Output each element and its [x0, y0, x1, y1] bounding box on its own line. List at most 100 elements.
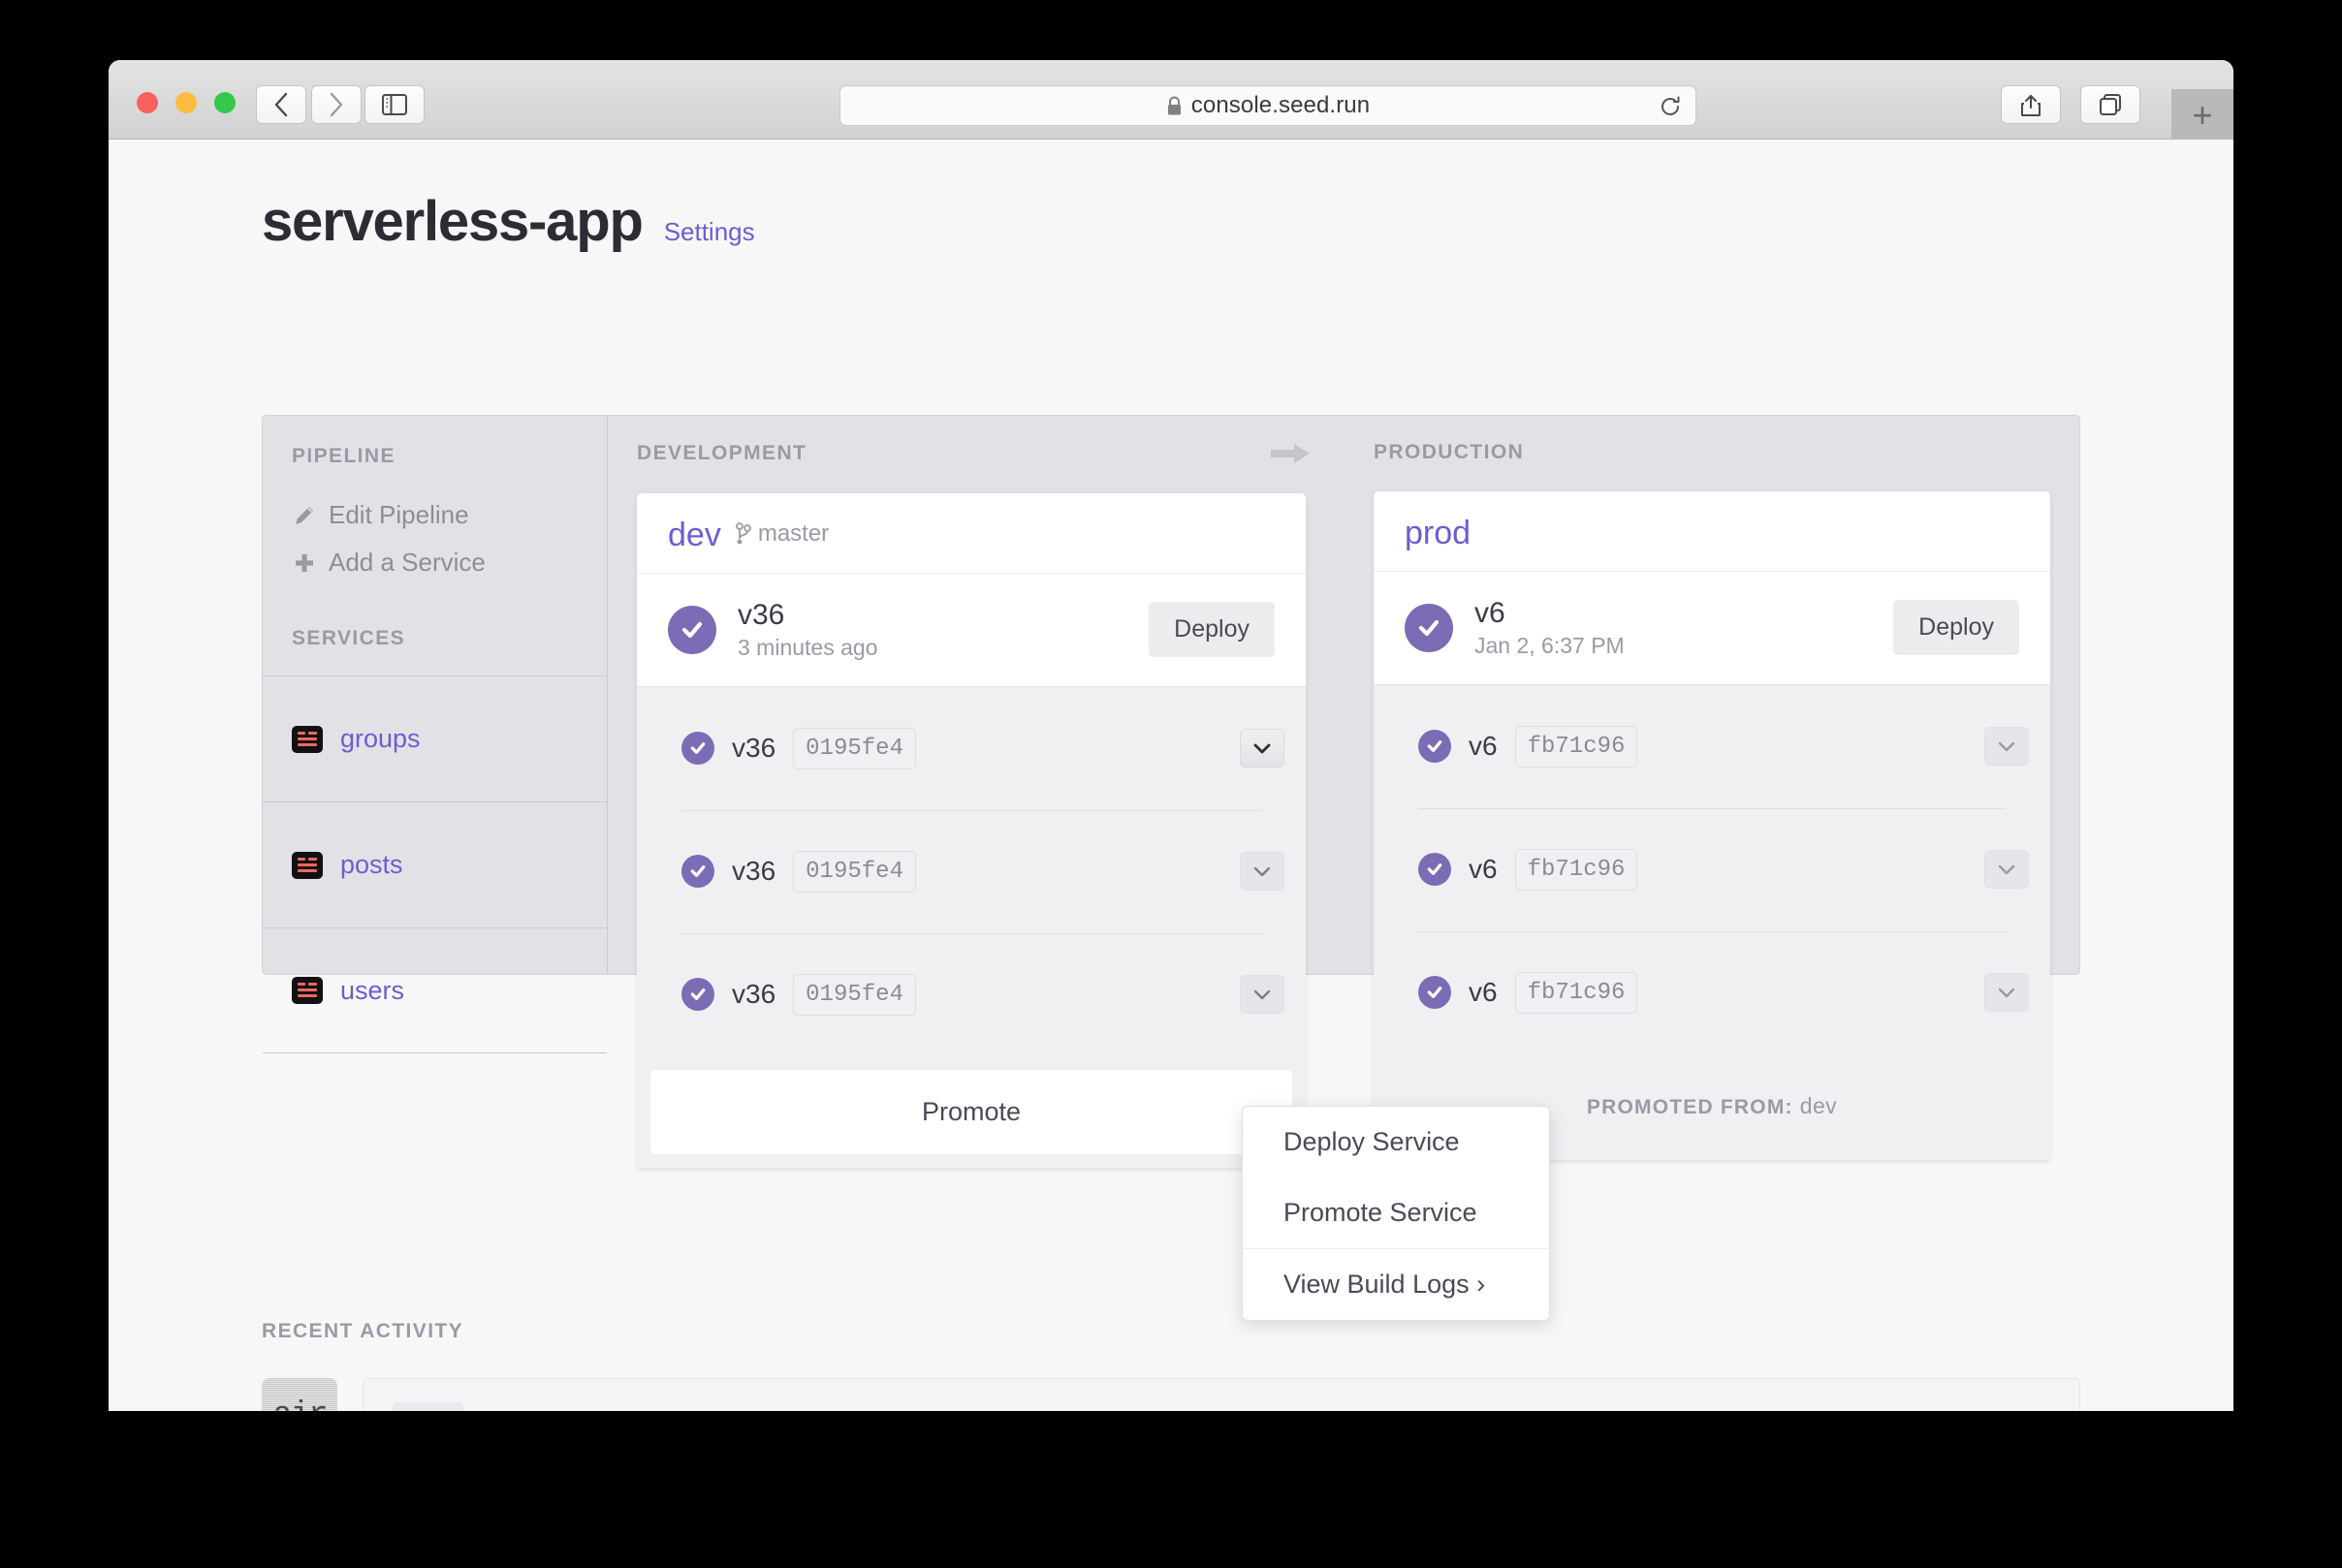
new-tab-button[interactable]: + [2171, 89, 2233, 141]
git-branch-icon [735, 522, 751, 545]
sidebar-item-edit-pipeline[interactable]: Edit Pipeline [292, 491, 607, 539]
tab-overview-icon [2100, 94, 2121, 115]
chevron-left-icon [274, 92, 288, 117]
url-text: console.seed.run [1190, 92, 1371, 118]
back-button[interactable] [256, 85, 306, 124]
production-column: PRODUCTION prod v6 Jan 2, 6:37 PM Deploy… [1345, 416, 2079, 1160]
dev-service-menu-button[interactable] [1240, 975, 1284, 1014]
dev-branch: master [735, 520, 829, 548]
arrow-right-icon [1271, 444, 1310, 463]
prod-deploy-button[interactable]: Deploy [1893, 600, 2019, 656]
check-circle-icon [1418, 853, 1451, 886]
services-section-label: SERVICES [292, 627, 406, 649]
dev-stage-name: dev [668, 517, 721, 553]
prod-service-version: v6 [1469, 977, 1498, 1007]
production-header: PRODUCTION [1374, 441, 2050, 464]
sidebar-item-add-a-service[interactable]: Add a Service [292, 539, 607, 586]
reload-button[interactable] [1659, 95, 1682, 118]
prod-service-hash: fb71c96 [1514, 971, 1638, 1014]
chevron-down-icon [1998, 864, 2015, 875]
service-icon [292, 725, 323, 753]
settings-link[interactable]: Settings [664, 219, 755, 244]
dev-service-hash: 0195fe4 [793, 850, 916, 893]
sidebar-item-posts[interactable]: posts [263, 801, 607, 927]
services-list: groups posts users [263, 675, 607, 1053]
dev-service-row[interactable]: v36 0195fe4 [637, 932, 1306, 1056]
close-window-button[interactable] [137, 92, 158, 113]
chevron-right-icon [330, 92, 343, 117]
activity-title: Manual deploy [485, 1408, 674, 1412]
dev-service-menu-button[interactable] [1240, 729, 1284, 768]
prod-stage-header: prod [1374, 491, 2050, 572]
reload-icon [1662, 96, 1680, 115]
prod-service-hash: fb71c96 [1514, 848, 1638, 891]
check-circle-icon [681, 978, 714, 1011]
check-circle-icon [1418, 730, 1451, 763]
check-circle-icon [681, 855, 714, 888]
chevron-down-icon [1253, 743, 1271, 754]
dev-build-meta: v36 3 minutes ago [738, 599, 1127, 661]
sidebar-item-label: Add a Service [329, 548, 486, 577]
prod-service-menu-button[interactable] [1984, 973, 2029, 1012]
minimize-window-button[interactable] [175, 92, 197, 113]
service-label: users [340, 975, 405, 1005]
service-label: posts [340, 850, 403, 879]
forward-button[interactable] [311, 85, 362, 124]
share-button[interactable] [2001, 85, 2061, 124]
tab-overview-button[interactable] [2080, 85, 2140, 124]
chevron-down-icon [1998, 988, 2015, 998]
check-circle-icon [668, 605, 716, 654]
dev-build-time: 3 minutes ago [738, 634, 878, 660]
menu-item-deploy-service[interactable]: Deploy Service [1243, 1107, 1549, 1177]
prod-build-version: v6 [1474, 597, 1505, 629]
pipeline-sidebar: PIPELINE Edit Pipeline Add a Service SER… [263, 416, 608, 1053]
menu-item-view-build-logs[interactable]: View Build Logs › [1243, 1249, 1549, 1320]
prod-service-row[interactable]: v6 fb71c96 [1374, 685, 2050, 808]
plus-icon [296, 553, 313, 572]
prod-service-row[interactable]: v6 fb71c96 [1374, 930, 2050, 1054]
service-icon [292, 977, 323, 1004]
sidebar-toggle-wrap [364, 85, 425, 124]
dev-service-hash: 0195fe4 [793, 727, 916, 769]
sidebar-toggle-button[interactable] [364, 85, 425, 124]
chevron-down-icon [1998, 741, 2015, 752]
dev-deploy-button[interactable]: Deploy [1149, 602, 1275, 658]
dev-stage-header: dev master [637, 493, 1306, 574]
sidebar-item-users[interactable]: users [263, 927, 607, 1053]
browser-titlebar: console.seed.run + [109, 60, 2233, 141]
status-badge: dev [393, 1402, 464, 1411]
promote-button[interactable]: Promote [650, 1069, 1292, 1154]
development-header: DEVELOPMENT [637, 441, 1315, 466]
prod-services-body: v6 fb71c96 v6 fb71c96 v6 fb71c96 [1374, 683, 2050, 1054]
prod-service-row[interactable]: v6 fb71c96 [1374, 807, 2050, 931]
address-bar-content: console.seed.run [1166, 92, 1370, 119]
prod-service-menu-button[interactable] [1984, 727, 2029, 766]
dev-service-menu-button[interactable] [1240, 852, 1284, 891]
pipeline-panel: PIPELINE Edit Pipeline Add a Service SER… [262, 415, 2080, 1321]
promoted-from-stage: dev [1799, 1092, 1838, 1118]
address-bar[interactable]: console.seed.run [839, 85, 1696, 126]
maximize-window-button[interactable] [214, 92, 236, 113]
sidebar-item-label: Edit Pipeline [329, 500, 469, 529]
chevron-down-icon [1253, 866, 1271, 877]
lock-icon [1167, 96, 1181, 114]
pipeline-links: Edit Pipeline Add a Service [292, 491, 607, 586]
prod-service-hash: fb71c96 [1514, 725, 1638, 768]
service-label: groups [340, 724, 421, 753]
prod-service-menu-button[interactable] [1984, 850, 2029, 889]
sidebar-item-groups[interactable]: groups [263, 675, 607, 801]
sidebar-toggle-icon [382, 94, 407, 115]
browser-actions [2001, 85, 2140, 124]
dev-service-row[interactable]: v36 0195fe4 [637, 809, 1306, 933]
menu-item-promote-service[interactable]: Promote Service [1243, 1177, 1549, 1248]
activity-card: dev Manual deploy v36 Update seed.yml [363, 1378, 2080, 1411]
prod-build-meta: v6 Jan 2, 6:37 PM [1474, 597, 1872, 659]
pipeline-section-label: PIPELINE [292, 445, 396, 467]
prod-build-time: Jan 2, 6:37 PM [1474, 632, 1625, 658]
window-controls [137, 92, 236, 113]
prod-service-version: v6 [1469, 731, 1498, 761]
pencil-icon [296, 506, 313, 524]
dev-service-row[interactable]: v36 0195fe4 [637, 687, 1306, 810]
avatar: air [262, 1378, 337, 1411]
service-icon [292, 851, 323, 879]
